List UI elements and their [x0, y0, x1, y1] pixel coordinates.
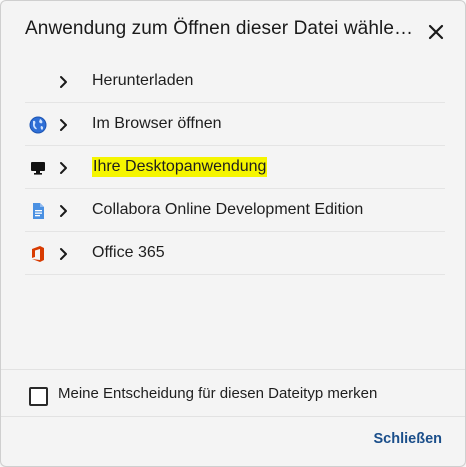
close-icon[interactable] [424, 20, 448, 44]
document-icon [33, 203, 44, 219]
open-with-dialog: Anwendung zum Öffnen dieser Datei wähle…… [0, 0, 466, 467]
dialog-footer: Schließen [1, 416, 465, 466]
chevron-right-icon [60, 119, 67, 131]
app-label: Collabora Online Development Edition [92, 201, 364, 218]
chevron-right-icon [60, 76, 67, 88]
globe-icon [29, 116, 47, 134]
chevron-right-icon [60, 248, 67, 260]
chevron-right-icon [60, 205, 67, 217]
office-logo-icon [32, 246, 44, 262]
desktop-monitor-icon [31, 162, 45, 175]
app-row-collabora[interactable]: Collabora Online Development Edition [25, 189, 445, 232]
close-button[interactable]: Schließen [374, 431, 443, 447]
app-row-download[interactable]: Herunterladen [25, 60, 445, 103]
app-list: Herunterladen Im Browser öffnen Ihre Des… [25, 60, 445, 275]
remember-choice-section: Meine Entscheidung für diesen Dateityp m… [1, 369, 465, 416]
app-label: Herunterladen [92, 72, 194, 89]
dialog-title: Anwendung zum Öffnen dieser Datei wähle… [25, 18, 414, 39]
app-label: Ihre Desktopanwendung [92, 157, 268, 177]
app-label: Im Browser öffnen [92, 115, 222, 132]
app-row-browser[interactable]: Im Browser öffnen [25, 103, 445, 146]
app-row-desktop[interactable]: Ihre Desktopanwendung [25, 146, 445, 189]
remember-label[interactable]: Meine Entscheidung für diesen Dateityp m… [58, 385, 377, 402]
remember-checkbox[interactable] [29, 387, 48, 406]
app-row-office365[interactable]: Office 365 [25, 232, 445, 275]
app-label: Office 365 [92, 244, 165, 261]
chevron-right-icon [60, 162, 67, 174]
